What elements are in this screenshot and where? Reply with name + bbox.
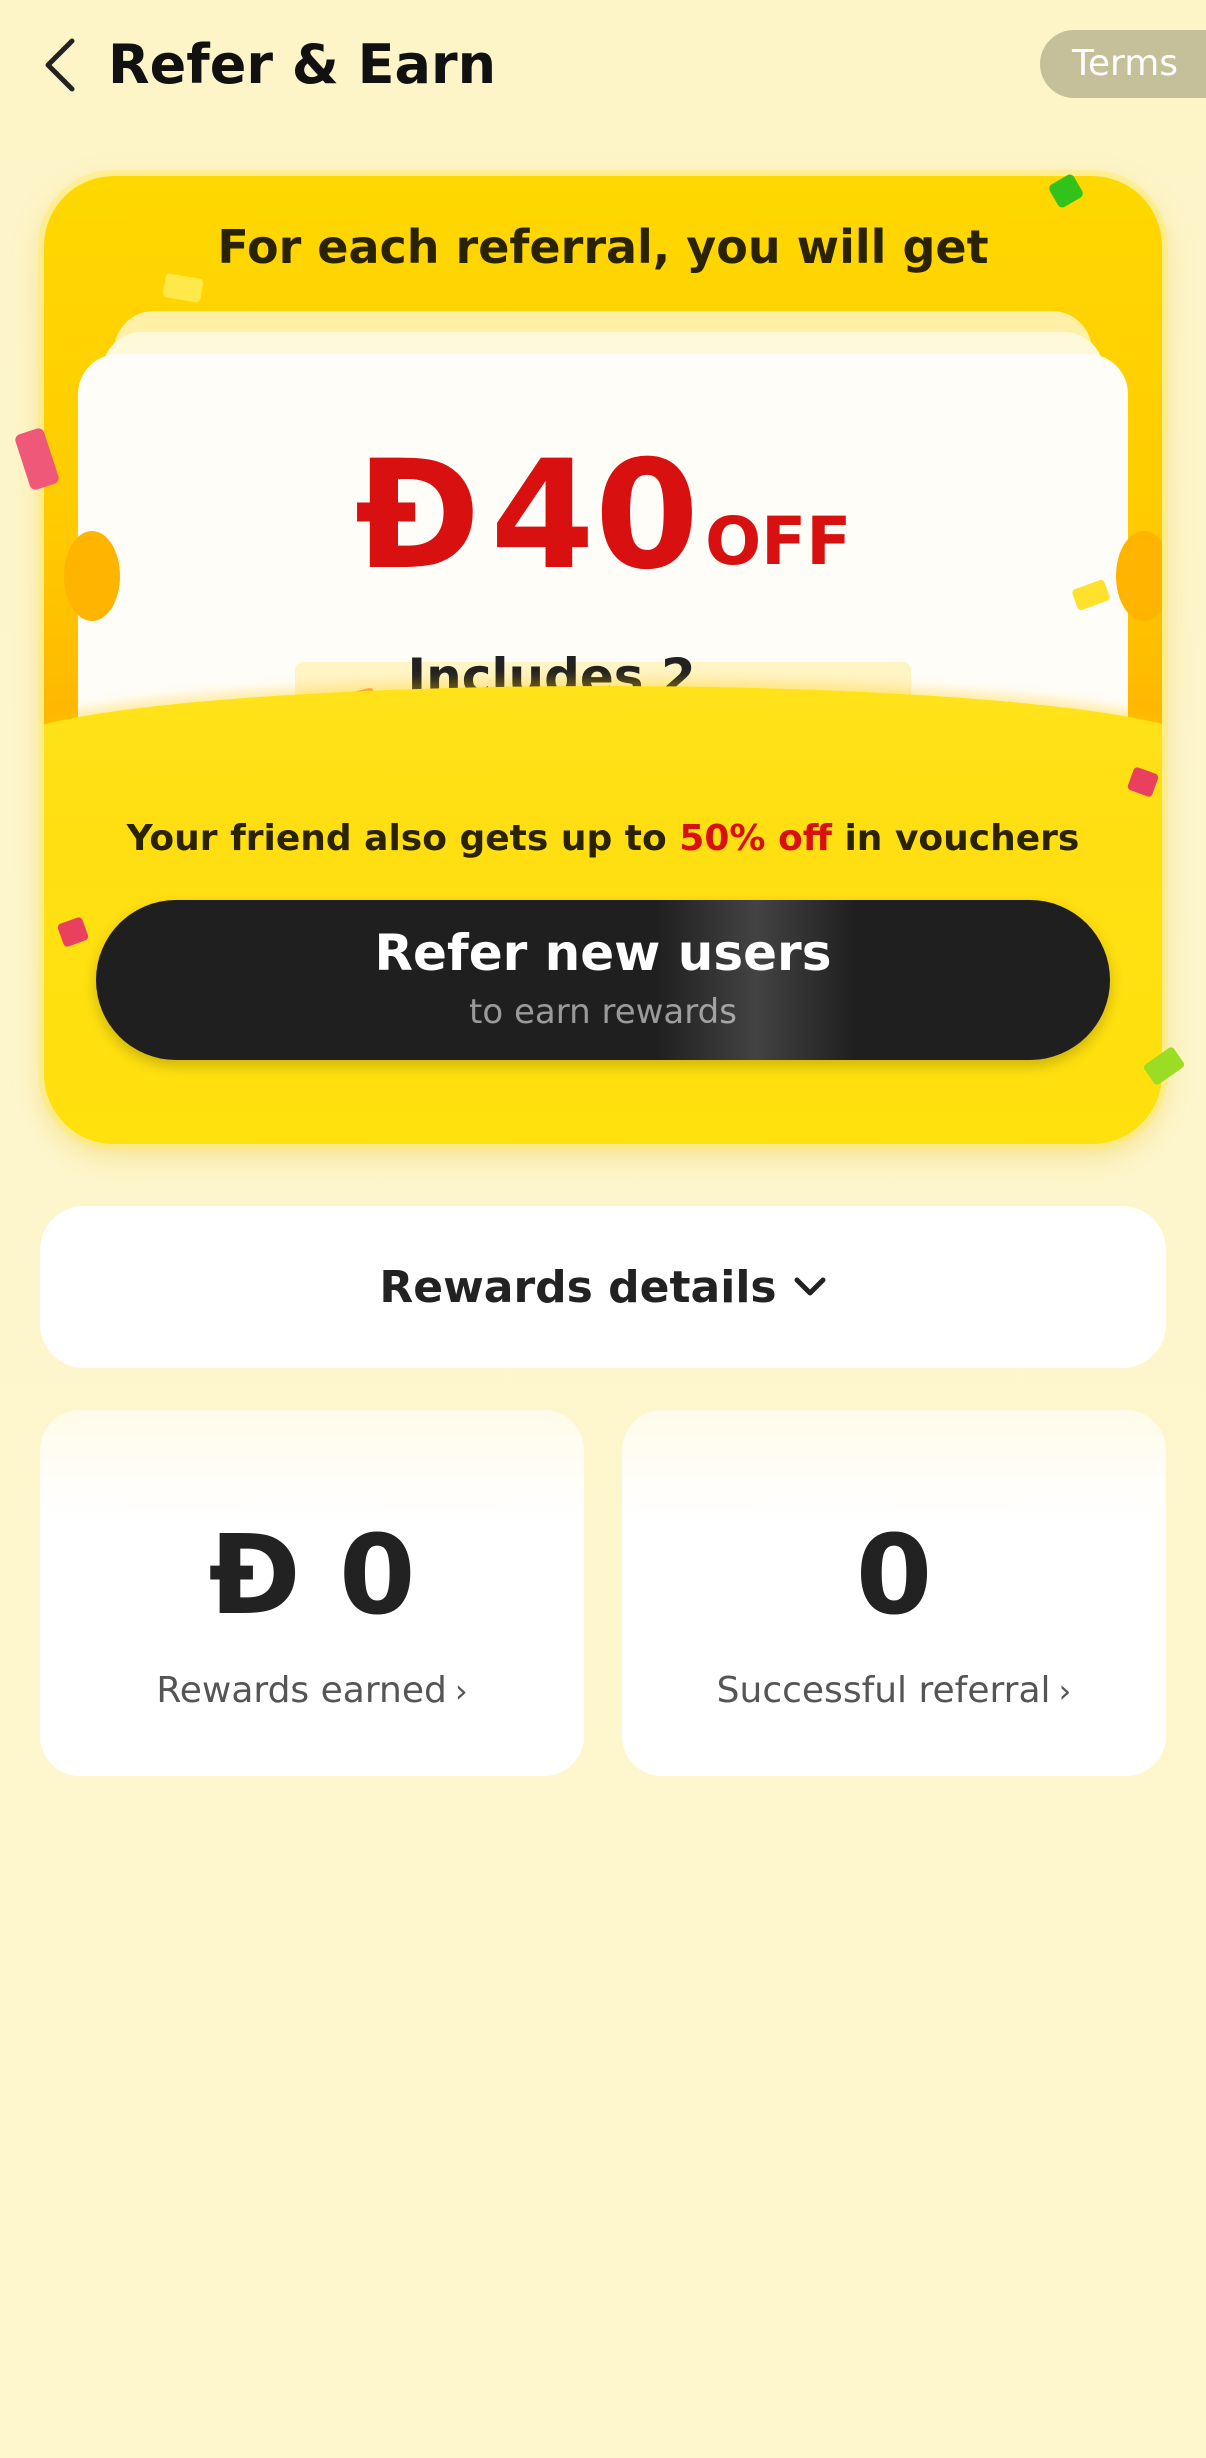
successful-referral-label: Successful referral	[716, 1670, 1051, 1711]
friend-offer-text: Your friend also gets up to 50% off in v…	[44, 818, 1162, 859]
rewards-details-toggle[interactable]: Rewards details	[40, 1206, 1166, 1368]
friend-offer-prefix: Your friend also gets up to	[126, 818, 667, 859]
chevron-down-icon	[794, 1277, 826, 1296]
rewards-earned-value-row: Đ 0	[40, 1510, 584, 1640]
header-bar: Refer & Earn Terms	[0, 0, 1206, 130]
successful-referral-card[interactable]: 0 Successful referral ›	[622, 1410, 1166, 1776]
referral-promo-card: For each referral, you will get Đ 40 OFF…	[44, 176, 1162, 1144]
friend-offer-highlight: 50% off	[679, 818, 832, 859]
rewards-earned-label: Rewards earned	[156, 1670, 447, 1711]
rewards-earned-value: 0	[338, 1511, 416, 1639]
chevron-right-icon: ›	[454, 1672, 468, 1710]
rewards-earned-card[interactable]: Đ 0 Rewards earned ›	[40, 1410, 584, 1776]
refer-button-label: Refer new users	[374, 924, 832, 982]
refer-new-users-button[interactable]: Refer new users to earn rewards	[96, 900, 1110, 1060]
successful-referral-value: 0	[855, 1511, 933, 1639]
chevron-left-icon	[45, 38, 75, 92]
reward-amount: Đ 40 OFF	[44, 429, 1162, 603]
terms-button[interactable]: Terms	[1040, 30, 1206, 98]
back-button[interactable]	[30, 30, 90, 100]
friend-offer-suffix: in vouchers	[844, 818, 1080, 859]
reward-amount-value: 40	[490, 429, 700, 603]
currency-symbol: Đ	[354, 429, 481, 603]
rewards-currency-symbol: Đ	[208, 1511, 301, 1639]
promo-headline: For each referral, you will get	[217, 220, 989, 274]
refer-button-sublabel: to earn rewards	[469, 992, 737, 1032]
page-title: Refer & Earn	[108, 33, 497, 96]
successful-referral-link[interactable]: Successful referral ›	[622, 1666, 1166, 1716]
rewards-earned-link[interactable]: Rewards earned ›	[40, 1666, 584, 1716]
rewards-details-label: Rewards details	[379, 1261, 777, 1313]
chevron-right-icon: ›	[1058, 1672, 1072, 1710]
reward-off-label: OFF	[705, 503, 852, 580]
